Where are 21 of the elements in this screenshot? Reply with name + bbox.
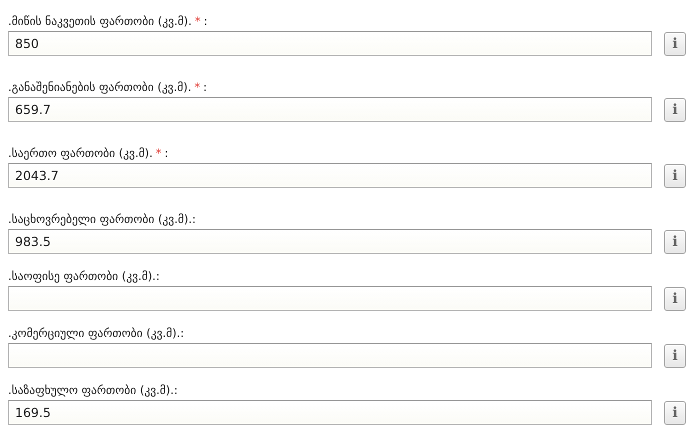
info-button[interactable]: i [664,344,686,368]
input-field[interactable]: 659.7 [8,97,652,122]
info-button[interactable]: i [664,98,686,122]
input-field[interactable] [8,286,652,311]
field-label: .საზაფხულო ფართობი (კვ.მ).: [8,382,178,398]
info-button[interactable]: i [664,230,686,254]
field-label: .საცხოვრებელი ფართობი (კვ.მ).: [8,211,196,227]
field-label: .საოფისე ფართობი (კვ.მ).: [8,268,160,284]
info-button[interactable]: i [664,32,686,56]
field-label: .განაშენიანების ფართობი (კვ.მ). * : [8,79,208,95]
input-field[interactable]: 169.5 [8,400,652,425]
input-field[interactable] [8,343,652,368]
field-label: .საერთო ფართობი (კვ.მ). * : [8,145,168,161]
input-field[interactable]: 850 [8,31,652,56]
input-field[interactable]: 2043.7 [8,163,652,188]
info-button[interactable]: i [664,164,686,188]
info-button[interactable]: i [664,400,686,424]
field-label: .კომერციული ფართობი (კვ.მ).: [8,325,184,341]
input-field[interactable]: 983.5 [8,229,652,254]
field-label: .მიწის ნაკვეთის ფართობი (კვ.მ). * : [8,13,208,29]
info-button[interactable]: i [664,286,686,310]
